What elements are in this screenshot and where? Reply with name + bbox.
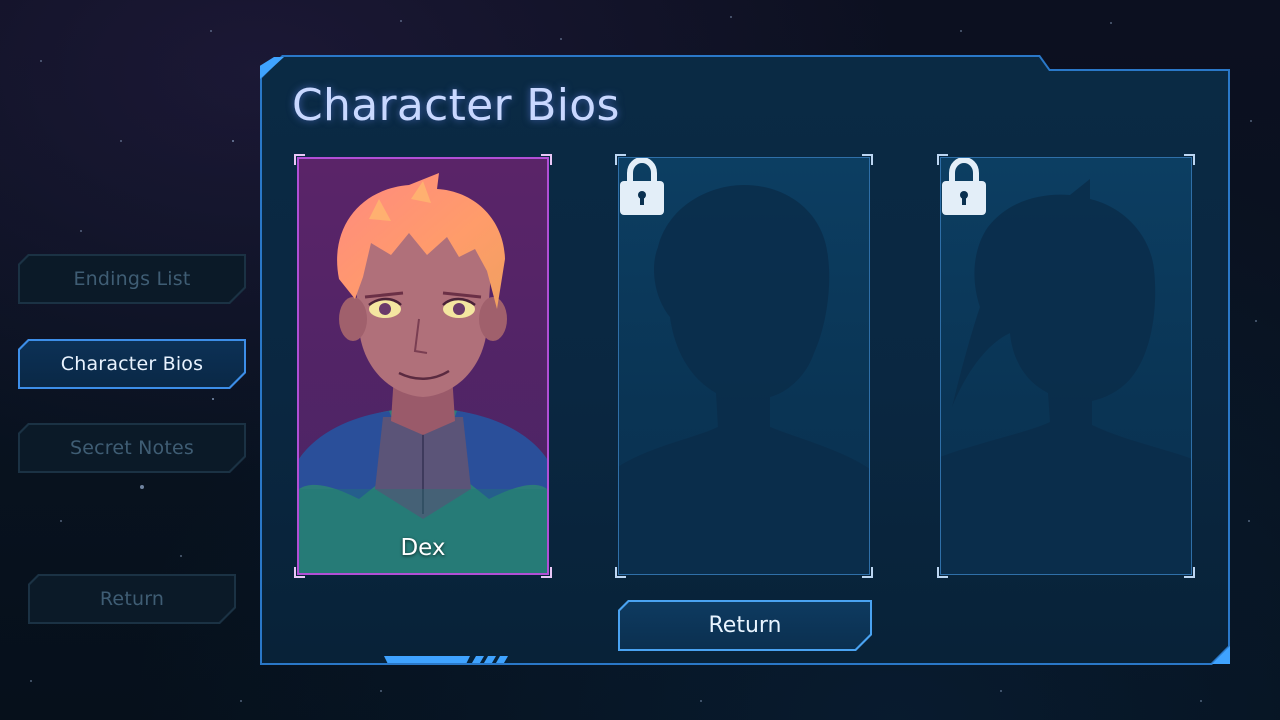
panel-bottom-accent [384,656,470,663]
side-item-label: Character Bios [60,353,204,375]
side-item-endings-list[interactable]: Endings List [18,254,246,304]
character-card-locked-1[interactable] [615,154,873,578]
frame-corner [541,567,552,578]
return-button-label: Return [708,613,782,638]
side-item-character-bios[interactable]: Character Bios [18,339,246,389]
frame-corner [1184,567,1195,578]
page-title: Character Bios [292,80,620,131]
character-card-dex[interactable]: Dex [294,154,552,578]
frame-corner [294,154,305,165]
character-bios-screen: Endings List Character Bios Secret Notes… [0,0,1280,720]
card-frame [297,157,549,575]
side-item-label: Secret Notes [69,437,195,459]
frame-corner [937,567,948,578]
card-frame [940,157,1192,575]
frame-corner [615,154,626,165]
side-return-button[interactable]: Return [28,574,236,624]
side-item-secret-notes[interactable]: Secret Notes [18,423,246,473]
frame-corner [541,154,552,165]
side-item-label: Endings List [73,268,191,290]
frame-corner [294,567,305,578]
character-card-locked-2[interactable] [937,154,1195,578]
side-return-label: Return [99,588,165,610]
card-frame [618,157,870,575]
return-button[interactable]: Return [618,600,872,651]
frame-corner [862,567,873,578]
frame-corner [937,154,948,165]
frame-corner [1184,154,1195,165]
frame-corner [862,154,873,165]
frame-corner [615,567,626,578]
